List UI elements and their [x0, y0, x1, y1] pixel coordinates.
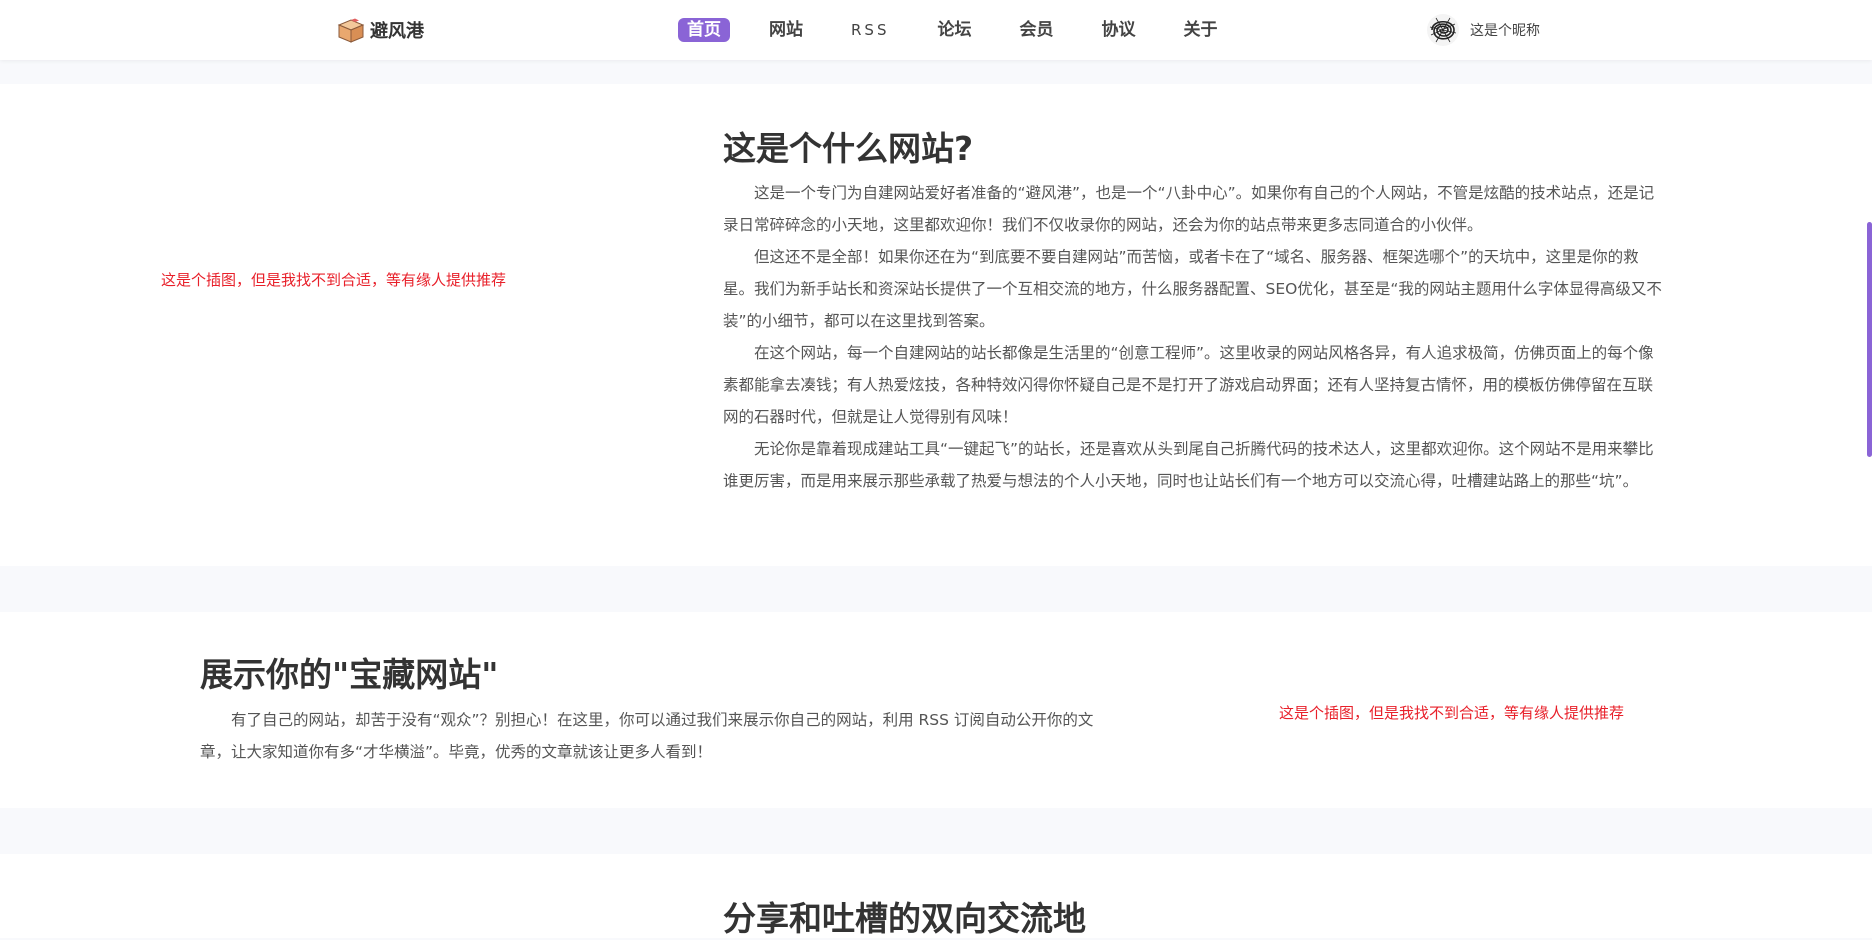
top-navbar: 避风港 首页 网站 RSS 论坛 会员 协议 关于 这是个昵称: [0, 0, 1872, 60]
section-paragraph: 在这个网站，每一个自建网站的站长都像是生活里的“创意工程师”。这里收录的网站风格…: [723, 344, 1654, 426]
nav-item-members[interactable]: 会员: [1010, 18, 1062, 42]
username-label: 这是个昵称: [1470, 23, 1540, 39]
brand-logo-link[interactable]: 避风港: [336, 16, 424, 44]
section-title: 展示你的"宝藏网站": [200, 655, 499, 694]
section-paragraph: 这是一个专门为自建网站爱好者准备的“避风港”，也是一个“八卦中心”。如果你有自己…: [723, 184, 1655, 234]
brand-name: 避风港: [370, 21, 424, 42]
package-box-icon: [336, 17, 366, 43]
nav-item-websites[interactable]: 网站: [760, 18, 812, 42]
section-share-and-complain: 分享和吐槽的双向交流地: [0, 854, 1872, 938]
nav-item-home[interactable]: 首页: [678, 18, 730, 42]
section-showcase: 展示你的"宝藏网站" 有了自己的网站，却苦于没有“观众”？别担心！在这里，你可以…: [0, 612, 1872, 808]
section-paragraph: 无论你是靠着现成建站工具“一键起飞”的站长，还是喜欢从头到尾自己折腾代码的技术达…: [723, 440, 1654, 490]
nav-item-forum[interactable]: 论坛: [928, 18, 980, 42]
scrollbar-thumb[interactable]: [1867, 222, 1872, 457]
section-title: 分享和吐槽的双向交流地: [723, 899, 1086, 938]
nav-item-about[interactable]: 关于: [1174, 18, 1226, 42]
nav-item-rss[interactable]: RSS: [842, 18, 898, 42]
nav-item-agreement[interactable]: 协议: [1092, 18, 1144, 42]
section-title: 这是个什么网站?: [723, 129, 974, 168]
illustration-placeholder-text: 这是个插图，但是我找不到合适，等有缘人提供推荐: [1279, 704, 1625, 722]
section-paragraph: 有了自己的网站，却苦于没有“观众”？别担心！在这里，你可以通过我们来展示你自己的…: [200, 711, 1094, 761]
section-paragraph: 但这还不是全部！如果你还在为“到底要不要自建网站”而苦恼，或者卡在了“域名、服务…: [723, 248, 1662, 330]
illustration-placeholder-text: 这是个插图，但是我找不到合适，等有缘人提供推荐: [161, 271, 507, 289]
main-nav: 首页 网站 RSS 论坛 会员 协议 关于: [678, 18, 1256, 42]
user-menu[interactable]: 这是个昵称: [1426, 13, 1540, 47]
page-scrollbar[interactable]: [1866, 0, 1872, 938]
section-what-is-this: 这是个插图，但是我找不到合适，等有缘人提供推荐 这是个什么网站? 这是一个专门为…: [0, 84, 1872, 566]
scribble-avatar-icon[interactable]: [1426, 13, 1460, 47]
